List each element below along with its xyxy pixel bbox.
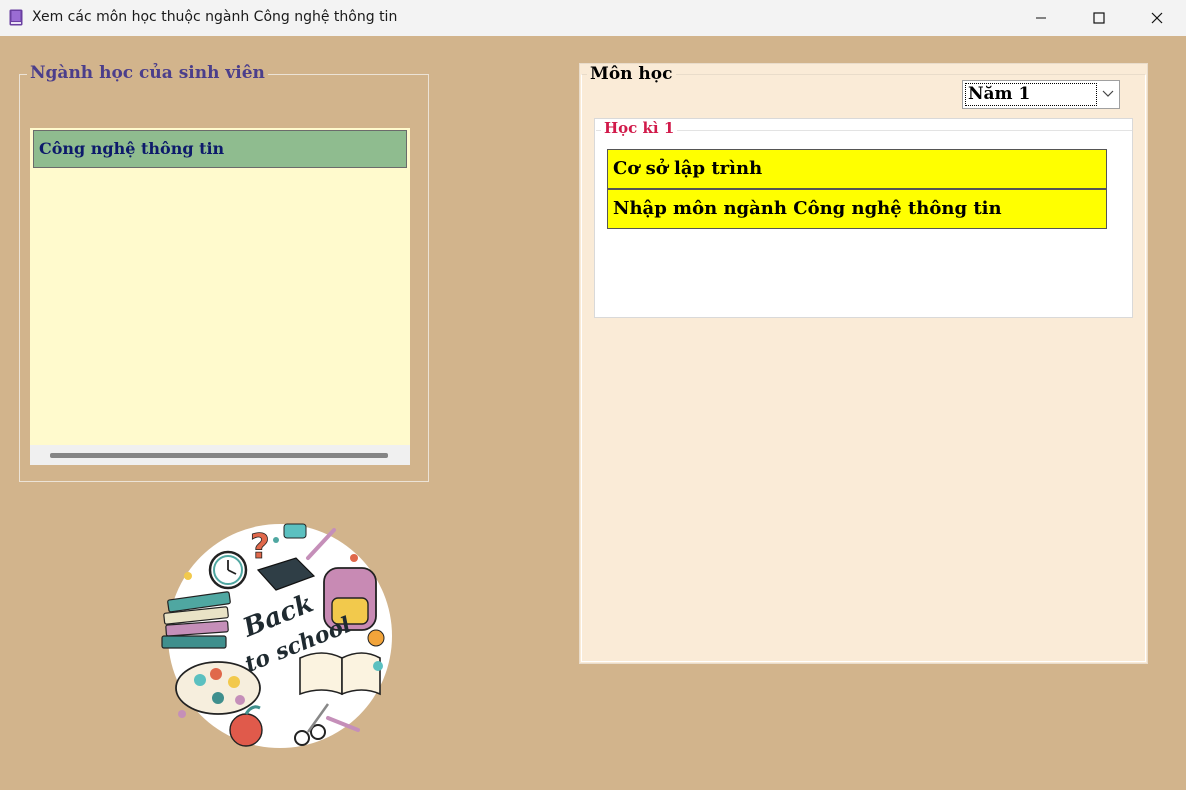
minimize-button[interactable] [1012,0,1070,36]
book-icon [9,9,23,26]
major-groupbox-legend: Ngành học của sinh viên [27,63,268,83]
window-title: Xem các môn học thuộc ngành Công nghệ th… [32,9,398,25]
courses-groupbox-legend: Môn học [587,64,676,84]
open-book-icon [299,652,381,696]
close-icon [1151,12,1163,24]
horizontal-scrollbar[interactable] [30,445,410,465]
question-mark-icon: ? [250,527,270,567]
year-select[interactable]: Năm 1 [962,80,1120,109]
course-item[interactable]: Nhập môn ngành Công nghệ thông tin [607,189,1107,229]
chevron-down-icon [1102,90,1114,97]
maximize-button[interactable] [1070,0,1128,36]
major-listbox[interactable]: Công nghệ thông tin [30,128,410,465]
close-button[interactable] [1128,0,1186,36]
course-item[interactable]: Cơ sở lập trình [607,149,1107,189]
year-select-value: Năm 1 [965,83,1097,106]
minimize-icon [1036,17,1046,19]
maximize-icon [1093,12,1105,24]
title-bar: Xem các môn học thuộc ngành Công nghệ th… [0,0,1186,36]
clock-icon [208,550,248,590]
list-item-major[interactable]: Công nghệ thông tin [33,130,407,168]
scrollbar-thumb[interactable] [50,453,388,458]
back-to-school-illustration: ? Back to school [161,523,392,748]
semester-legend: Học kì 1 [601,119,678,137]
